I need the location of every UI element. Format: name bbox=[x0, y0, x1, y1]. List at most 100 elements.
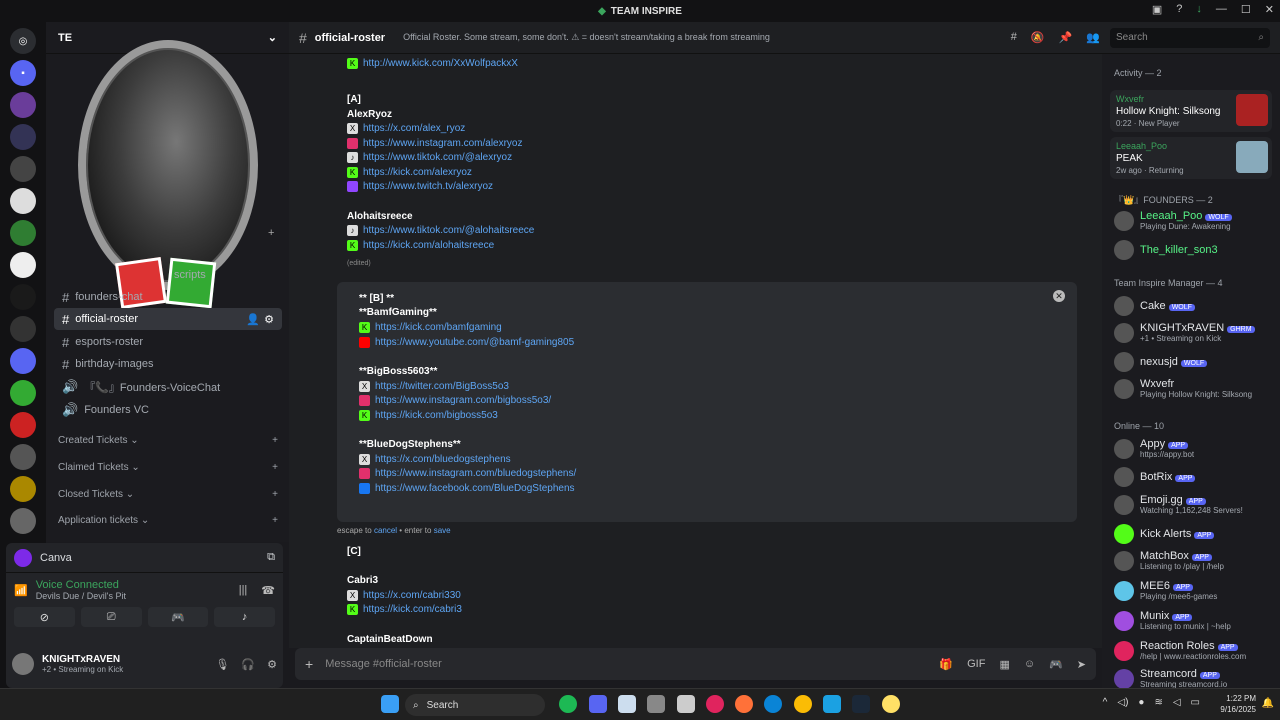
server-icon[interactable] bbox=[10, 188, 36, 214]
camera-off-button[interactable]: ⊘ bbox=[14, 607, 75, 627]
close-button[interactable]: ✕ bbox=[1265, 3, 1274, 16]
opera-icon[interactable] bbox=[706, 695, 724, 713]
message-link[interactable]: https://www.instagram.com/bluedogstephen… bbox=[375, 468, 576, 479]
clock[interactable]: 1:22 PM 9/16/2025 bbox=[1220, 693, 1256, 715]
member-item[interactable]: Reaction Roles APP/help | www.reactionrol… bbox=[1114, 640, 1276, 661]
channel-official-roster[interactable]: # official-roster 👤 ⚙ bbox=[54, 308, 282, 330]
message-link[interactable]: https://kick.com/alohaitsreece bbox=[363, 240, 494, 251]
message-link[interactable]: https://www.instagram.com/alexryoz bbox=[363, 138, 523, 149]
message-input[interactable]: + Message #official-roster 🎁 GIF ▦ ☺ 🎮 ➤ bbox=[295, 648, 1096, 680]
server-icon[interactable] bbox=[10, 508, 36, 534]
server-icon[interactable] bbox=[10, 156, 36, 182]
message-link[interactable]: https://www.twitch.tv/alexryoz bbox=[363, 181, 493, 192]
server-icon[interactable] bbox=[10, 220, 36, 246]
search-input[interactable]: Search ⌕ bbox=[1110, 28, 1270, 48]
member-item[interactable]: The_killer_son3 bbox=[1114, 240, 1276, 260]
spotify-icon[interactable] bbox=[559, 695, 577, 713]
channel-topic[interactable]: Official Roster. Some stream, some don't… bbox=[403, 32, 770, 43]
send-icon[interactable]: ➤ bbox=[1077, 658, 1086, 671]
windows-start-icon[interactable] bbox=[381, 695, 399, 713]
server-icon[interactable] bbox=[10, 252, 36, 278]
server-icon[interactable] bbox=[10, 348, 36, 374]
add-channel-icon[interactable]: + bbox=[268, 227, 274, 239]
screen-share-button[interactable]: ⎚ bbox=[80, 607, 142, 627]
app-icon[interactable] bbox=[677, 695, 695, 713]
add-channel-icon[interactable]: + bbox=[272, 515, 278, 526]
app-icon[interactable] bbox=[647, 695, 665, 713]
server-icon[interactable] bbox=[10, 284, 36, 310]
mic-icon[interactable]: ● bbox=[1138, 697, 1144, 708]
steam-icon[interactable] bbox=[852, 695, 870, 713]
message-link[interactable]: https://www.tiktok.com/@alexryoz bbox=[363, 152, 512, 163]
member-item[interactable]: MEE6 APP Playing /mee6-games bbox=[1114, 580, 1276, 601]
message-link[interactable]: https://kick.com/cabri3 bbox=[363, 604, 462, 615]
member-item[interactable]: nexusjd WOLF bbox=[1114, 352, 1276, 372]
category-created-tickets[interactable]: Created Tickets ⌄ + bbox=[58, 435, 278, 446]
mute-icon[interactable]: 🔕 bbox=[1031, 31, 1045, 44]
pin-icon[interactable]: 📌 bbox=[1059, 31, 1073, 44]
message-link[interactable]: https://x.com/cabri330 bbox=[363, 590, 461, 601]
add-member-icon[interactable]: 👤 bbox=[246, 313, 260, 326]
member-item[interactable]: Wxvefr Playing Hollow Knight: Silksong bbox=[1114, 378, 1276, 399]
soundboard-button[interactable]: ♪ bbox=[214, 607, 275, 627]
gif-icon[interactable]: GIF bbox=[967, 658, 985, 671]
channel-birthday-images[interactable]: # birthday-images bbox=[54, 353, 282, 375]
member-item[interactable]: Streamcord APP Streaming streamcord.io bbox=[1114, 668, 1276, 688]
chrome-icon[interactable] bbox=[794, 695, 812, 713]
microphone-icon[interactable]: 🎙 bbox=[215, 658, 229, 671]
wifi-icon[interactable]: ≋ bbox=[1154, 697, 1162, 708]
discord-icon[interactable] bbox=[589, 695, 607, 713]
category-claimed-tickets[interactable]: Claimed Tickets ⌄ + bbox=[58, 462, 278, 473]
noise-suppression-icon[interactable]: ||| bbox=[239, 584, 248, 597]
message-link[interactable]: http://www.kick.com/XxWolfpackxX bbox=[363, 58, 518, 69]
server-icon[interactable]: ▪ bbox=[10, 60, 36, 86]
help-icon[interactable]: ? bbox=[1176, 3, 1182, 16]
firefox-icon[interactable] bbox=[735, 695, 753, 713]
activity-card[interactable]: Leeaah_Poo PEAK 2w ago · Returning bbox=[1110, 137, 1272, 179]
message-link[interactable]: https://kick.com/bigboss5o3 bbox=[375, 410, 498, 421]
voice-channel[interactable]: Devils Due / Devil's Pit bbox=[36, 591, 126, 601]
server-icon[interactable] bbox=[10, 412, 36, 438]
chevron-up-icon[interactable]: ^ bbox=[1103, 697, 1108, 708]
app-icon[interactable] bbox=[882, 695, 900, 713]
app-icon[interactable] bbox=[618, 695, 636, 713]
tray-icons[interactable]: ^ ◁) ● ≋ ◁ ▭ bbox=[1103, 697, 1200, 708]
maximize-button[interactable]: ☐ bbox=[1241, 3, 1251, 16]
channel-founders-chat[interactable]: # founders-chat bbox=[54, 286, 282, 308]
activity-panel[interactable]: Canva ⧉ bbox=[6, 543, 283, 573]
activities-button[interactable]: 🎮 bbox=[147, 607, 209, 627]
server-icon[interactable] bbox=[10, 316, 36, 342]
member-item[interactable]: Kick Alerts APP bbox=[1114, 524, 1276, 544]
server-icon[interactable] bbox=[10, 124, 36, 150]
popout-icon[interactable]: ⧉ bbox=[267, 551, 275, 564]
message-edit-box[interactable]: ✕ ** [B] ** **BamfGaming** Khttps://kick… bbox=[337, 282, 1077, 522]
channel-esports-roster[interactable]: # esports-roster bbox=[54, 331, 282, 353]
message-link[interactable]: https://kick.com/bamfgaming bbox=[375, 322, 502, 333]
category-closed-tickets[interactable]: Closed Tickets ⌄ + bbox=[58, 489, 278, 500]
edge-icon[interactable] bbox=[764, 695, 782, 713]
server-icon[interactable] bbox=[10, 444, 36, 470]
message-link[interactable]: https://www.youtube.com/@bamf-gaming805 bbox=[375, 337, 574, 348]
sticker-icon[interactable]: ▦ bbox=[999, 658, 1009, 671]
speaker-icon[interactable]: ◁ bbox=[1173, 697, 1181, 708]
message-link[interactable]: https://www.facebook.com/BlueDogStephens bbox=[375, 483, 575, 494]
message-link[interactable]: https://www.tiktok.com/@alohaitsreece bbox=[363, 225, 534, 236]
cancel-link[interactable]: cancel bbox=[374, 526, 397, 535]
server-icon[interactable] bbox=[10, 92, 36, 118]
inbox-icon[interactable]: ▣ bbox=[1152, 3, 1162, 16]
activity-card[interactable]: Wxvefr Hollow Knight: Silksong 0:22 · Ne… bbox=[1110, 90, 1272, 132]
notification-icon[interactable]: 🔔 bbox=[1262, 698, 1274, 709]
member-item[interactable]: Appy APP https://appy.bot bbox=[1114, 438, 1276, 459]
discord-home-icon[interactable]: ◎ bbox=[10, 28, 36, 54]
gift-icon[interactable]: 🎁 bbox=[939, 658, 953, 671]
headphones-icon[interactable]: 🎧 bbox=[241, 658, 255, 671]
gear-icon[interactable]: ⚙ bbox=[264, 313, 274, 326]
message-link[interactable]: https://twitter.com/BigBoss5o3 bbox=[375, 381, 509, 392]
add-attachment-icon[interactable]: + bbox=[305, 656, 313, 672]
add-channel-icon[interactable]: + bbox=[272, 462, 278, 473]
add-channel-icon[interactable]: + bbox=[272, 435, 278, 446]
message-link[interactable]: https://x.com/bluedogstephens bbox=[375, 454, 511, 465]
members-icon[interactable]: 👥 bbox=[1086, 31, 1100, 44]
taskbar-search[interactable]: ⌕ Search bbox=[405, 694, 545, 716]
member-item[interactable]: Leeaah_Poo WOLF Playing Dune: Awakening bbox=[1114, 210, 1276, 231]
